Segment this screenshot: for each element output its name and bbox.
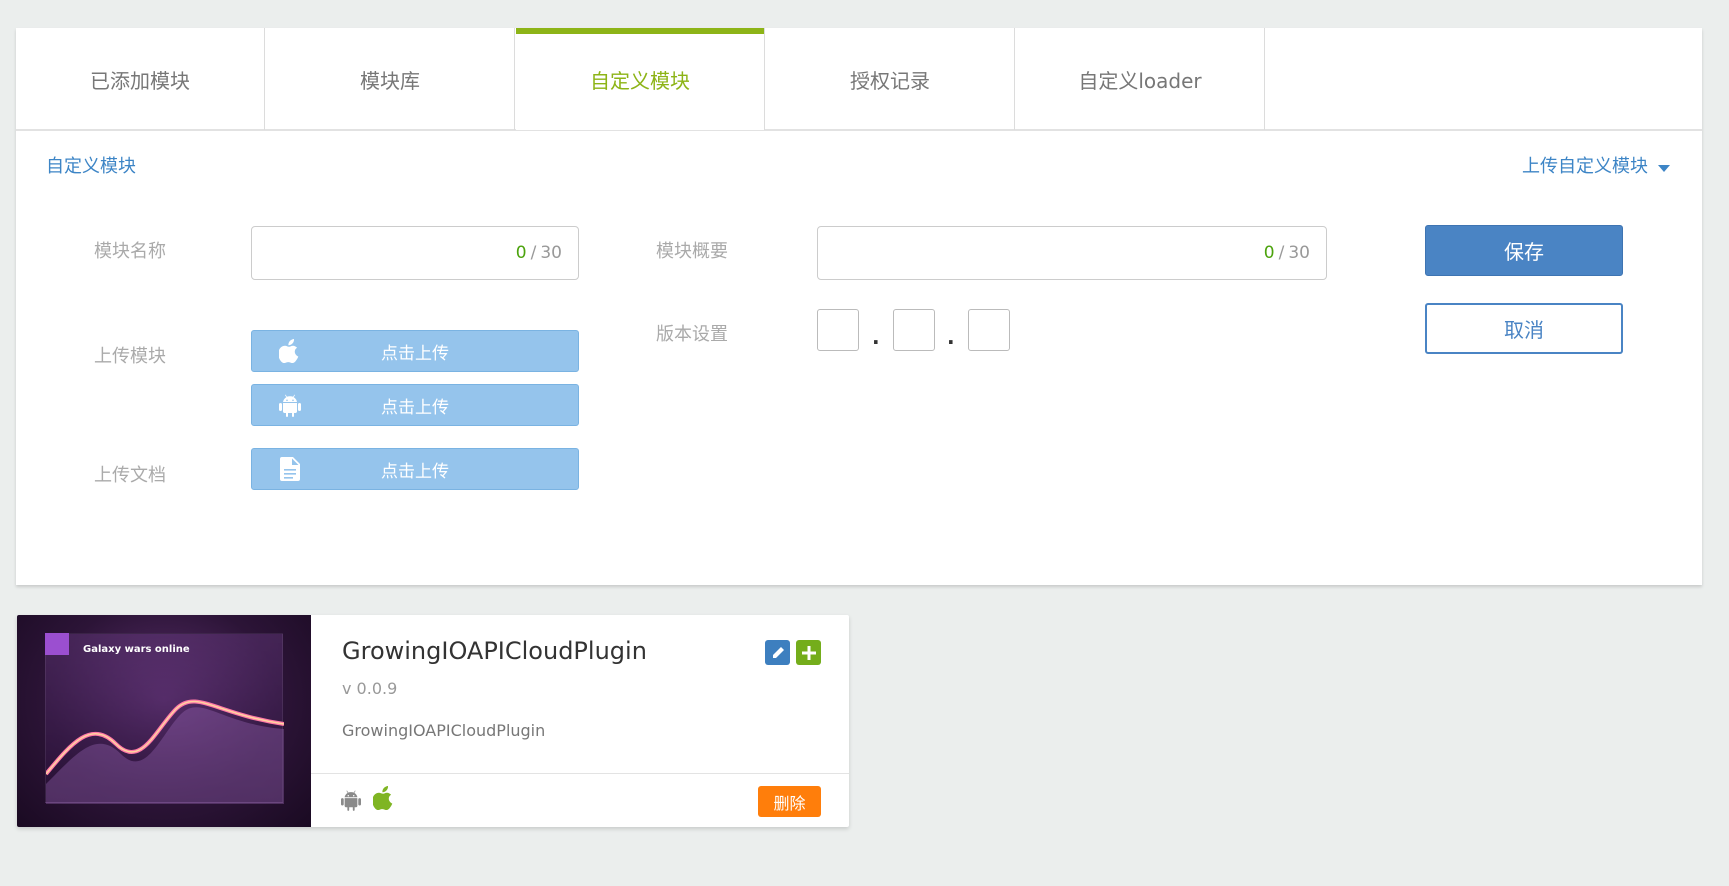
apple-icon <box>278 339 302 363</box>
module-name-label: 模块名称 <box>94 241 166 262</box>
upload-custom-module-menu[interactable]: 上传自定义模块 <box>1522 152 1670 178</box>
cancel-button[interactable]: 取消 <box>1425 303 1623 354</box>
upload-android-label: 点击上传 <box>381 397 449 418</box>
upload-ios-button[interactable]: 点击上传 <box>251 330 579 372</box>
module-summary-field: 0 / 30 <box>817 226 1327 280</box>
tab-auth-records[interactable]: 授权记录 <box>766 28 1015 130</box>
tab-added-modules[interactable]: 已添加模块 <box>16 28 265 130</box>
delete-button[interactable]: 删除 <box>758 786 821 817</box>
version-sep-dot: . <box>872 325 880 349</box>
upload-android-button[interactable]: 点击上传 <box>251 384 579 426</box>
thumbnail-title: Galaxy wars online <box>83 644 190 655</box>
module-thumbnail: Galaxy wars online <box>17 615 311 827</box>
android-icon <box>341 789 361 811</box>
module-title: GrowingIOAPICloudPlugin <box>342 637 647 665</box>
tab-module-library[interactable]: 模块库 <box>266 28 515 130</box>
upload-doc-button[interactable]: 点击上传 <box>251 448 579 490</box>
save-button[interactable]: 保存 <box>1425 225 1623 276</box>
version-minor-input[interactable] <box>893 309 935 351</box>
module-summary-label: 模块概要 <box>656 241 728 262</box>
version-label: 版本设置 <box>656 324 728 345</box>
module-description: GrowingIOAPICloudPlugin <box>342 721 546 740</box>
plus-icon <box>801 645 816 660</box>
tab-custom-module[interactable]: 自定义模块 <box>516 28 765 130</box>
document-icon <box>278 457 302 481</box>
add-button[interactable] <box>796 640 821 665</box>
module-card: Galaxy wars online GrowingIOAPICloudPlug… <box>17 615 849 827</box>
card-divider <box>311 773 849 774</box>
custom-module-panel: 已添加模块 模块库 自定义模块 授权记录 自定义loader 自定义模块 上传自… <box>16 28 1702 585</box>
module-name-field: 0 / 30 <box>251 226 579 280</box>
upload-menu-label: 上传自定义模块 <box>1522 156 1648 177</box>
tab-bar: 已添加模块 模块库 自定义模块 授权记录 自定义loader <box>16 28 1702 131</box>
module-version: v 0.0.9 <box>342 679 398 698</box>
upload-doc-label: 上传文档 <box>94 465 166 486</box>
edit-button[interactable] <box>765 640 790 665</box>
version-major-input[interactable] <box>817 309 859 351</box>
tab-custom-loader[interactable]: 自定义loader <box>1016 28 1265 130</box>
upload-doc-btn-label: 点击上传 <box>381 461 449 482</box>
upload-module-label: 上传模块 <box>94 346 166 367</box>
module-summary-input[interactable] <box>818 227 1326 279</box>
breadcrumb[interactable]: 自定义模块 <box>46 152 136 178</box>
apple-icon <box>372 786 395 811</box>
module-name-input[interactable] <box>252 227 578 279</box>
pencil-icon <box>772 646 784 658</box>
version-sep-dot: . <box>947 325 955 349</box>
caret-down-icon <box>1658 164 1670 172</box>
android-icon <box>278 393 302 417</box>
thumbnail-badge <box>45 633 69 655</box>
thumbnail-screen <box>45 633 284 804</box>
version-patch-input[interactable] <box>968 309 1010 351</box>
upload-ios-label: 点击上传 <box>381 343 449 364</box>
